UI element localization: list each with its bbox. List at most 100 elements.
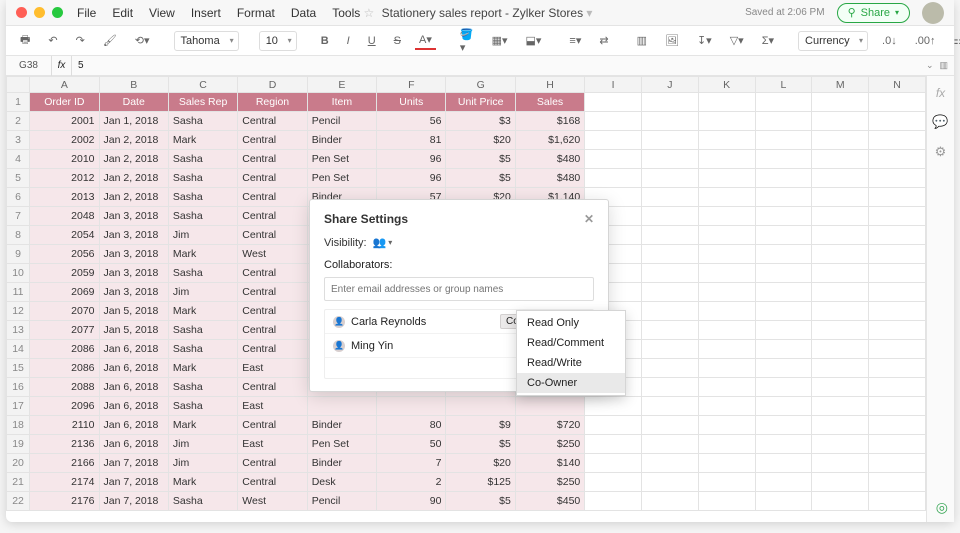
empty-cell[interactable] bbox=[642, 416, 699, 435]
functions-icon[interactable]: Σ▾ bbox=[758, 32, 778, 49]
image-icon[interactable]: 🖼 bbox=[661, 32, 683, 49]
assistant-icon[interactable]: ◎ bbox=[936, 499, 948, 516]
empty-cell[interactable] bbox=[812, 188, 869, 207]
cell[interactable]: Central bbox=[238, 283, 307, 302]
cell[interactable]: $250 bbox=[515, 435, 584, 454]
empty-cell[interactable] bbox=[585, 93, 642, 112]
more-format-icon[interactable]: ⚏ bbox=[950, 32, 960, 49]
cell[interactable]: Jan 5, 2018 bbox=[99, 302, 168, 321]
empty-cell[interactable] bbox=[698, 207, 755, 226]
row-number[interactable]: 14 bbox=[7, 340, 30, 359]
empty-cell[interactable] bbox=[642, 397, 699, 416]
cell[interactable]: $140 bbox=[515, 454, 584, 473]
empty-cell[interactable] bbox=[698, 131, 755, 150]
empty-cell[interactable] bbox=[869, 397, 926, 416]
wrap-icon[interactable]: ⇄ bbox=[595, 32, 612, 49]
cell[interactable]: 2176 bbox=[30, 492, 99, 511]
row-number[interactable]: 20 bbox=[7, 454, 30, 473]
empty-cell[interactable] bbox=[869, 169, 926, 188]
cell[interactable] bbox=[446, 397, 515, 416]
row-number[interactable]: 13 bbox=[7, 321, 30, 340]
empty-cell[interactable] bbox=[812, 112, 869, 131]
underline-icon[interactable]: U bbox=[364, 33, 380, 49]
cell[interactable]: Central bbox=[238, 302, 307, 321]
empty-cell[interactable] bbox=[642, 359, 699, 378]
column-header[interactable]: A bbox=[30, 77, 99, 93]
role-option[interactable]: Read/Comment bbox=[517, 333, 625, 353]
empty-cell[interactable] bbox=[755, 397, 812, 416]
cell[interactable]: Binder bbox=[307, 416, 376, 435]
filter-icon[interactable]: ▽▾ bbox=[726, 32, 748, 49]
cell[interactable]: 2086 bbox=[30, 340, 99, 359]
cell[interactable]: Central bbox=[238, 169, 307, 188]
formula-value[interactable]: 5 bbox=[72, 60, 926, 71]
empty-cell[interactable] bbox=[642, 150, 699, 169]
cell[interactable]: 2012 bbox=[30, 169, 99, 188]
active-cell-ref[interactable]: G38 bbox=[6, 56, 52, 76]
empty-cell[interactable] bbox=[698, 359, 755, 378]
cell[interactable]: Sasha bbox=[168, 321, 237, 340]
empty-cell[interactable] bbox=[698, 340, 755, 359]
maximize-window-button[interactable] bbox=[52, 7, 63, 18]
empty-cell[interactable] bbox=[755, 359, 812, 378]
empty-cell[interactable] bbox=[642, 283, 699, 302]
role-option[interactable]: Co-Owner bbox=[517, 373, 625, 393]
cell[interactable]: Pencil bbox=[307, 112, 376, 131]
empty-cell[interactable] bbox=[642, 302, 699, 321]
comment-panel-icon[interactable]: 💬 bbox=[932, 114, 948, 130]
cell[interactable]: Sasha bbox=[168, 112, 237, 131]
empty-cell[interactable] bbox=[869, 93, 926, 112]
empty-cell[interactable] bbox=[812, 283, 869, 302]
row-number[interactable]: 12 bbox=[7, 302, 30, 321]
empty-cell[interactable] bbox=[698, 492, 755, 511]
cell[interactable] bbox=[377, 397, 446, 416]
empty-cell[interactable] bbox=[585, 492, 642, 511]
cell[interactable]: Jim bbox=[168, 226, 237, 245]
empty-cell[interactable] bbox=[869, 321, 926, 340]
empty-cell[interactable] bbox=[585, 112, 642, 131]
fill-color-icon[interactable]: 🪣▾ bbox=[456, 26, 478, 56]
empty-cell[interactable] bbox=[755, 169, 812, 188]
cell[interactable]: $168 bbox=[515, 112, 584, 131]
cell[interactable]: Binder bbox=[307, 454, 376, 473]
cell[interactable]: $9 bbox=[446, 416, 515, 435]
cell[interactable]: 2069 bbox=[30, 283, 99, 302]
empty-cell[interactable] bbox=[755, 416, 812, 435]
cell[interactable]: 50 bbox=[377, 435, 446, 454]
bold-icon[interactable]: B bbox=[317, 33, 333, 49]
cell[interactable]: Central bbox=[238, 473, 307, 492]
row-number[interactable]: 5 bbox=[7, 169, 30, 188]
table-header-cell[interactable]: Item bbox=[307, 93, 376, 112]
empty-cell[interactable] bbox=[812, 302, 869, 321]
cell[interactable]: Jan 2, 2018 bbox=[99, 131, 168, 150]
column-header[interactable]: H bbox=[515, 77, 584, 93]
empty-cell[interactable] bbox=[869, 302, 926, 321]
cell[interactable]: Binder bbox=[307, 131, 376, 150]
cell[interactable] bbox=[307, 397, 376, 416]
column-header[interactable]: D bbox=[238, 77, 307, 93]
cell[interactable]: Central bbox=[238, 188, 307, 207]
empty-cell[interactable] bbox=[642, 473, 699, 492]
row-number[interactable]: 22 bbox=[7, 492, 30, 511]
cell[interactable]: $3 bbox=[446, 112, 515, 131]
row-number[interactable]: 2 bbox=[7, 112, 30, 131]
cell[interactable]: Central bbox=[238, 378, 307, 397]
cell[interactable]: Jan 3, 2018 bbox=[99, 264, 168, 283]
cell[interactable]: $1,620 bbox=[515, 131, 584, 150]
table-header-cell[interactable]: Region bbox=[238, 93, 307, 112]
empty-cell[interactable] bbox=[698, 150, 755, 169]
cell[interactable]: $20 bbox=[446, 131, 515, 150]
menu-tools[interactable]: Tools bbox=[332, 6, 360, 20]
cell[interactable]: Mark bbox=[168, 302, 237, 321]
cell[interactable]: Central bbox=[238, 416, 307, 435]
empty-cell[interactable] bbox=[585, 150, 642, 169]
row-number[interactable]: 16 bbox=[7, 378, 30, 397]
cell[interactable]: Sasha bbox=[168, 150, 237, 169]
cell[interactable]: Pencil bbox=[307, 492, 376, 511]
empty-cell[interactable] bbox=[642, 93, 699, 112]
select-all-cell[interactable] bbox=[7, 77, 30, 93]
align-icon[interactable]: ≡▾ bbox=[565, 32, 585, 49]
cell[interactable]: $250 bbox=[515, 473, 584, 492]
cell[interactable]: Jan 3, 2018 bbox=[99, 245, 168, 264]
cell[interactable]: West bbox=[238, 492, 307, 511]
